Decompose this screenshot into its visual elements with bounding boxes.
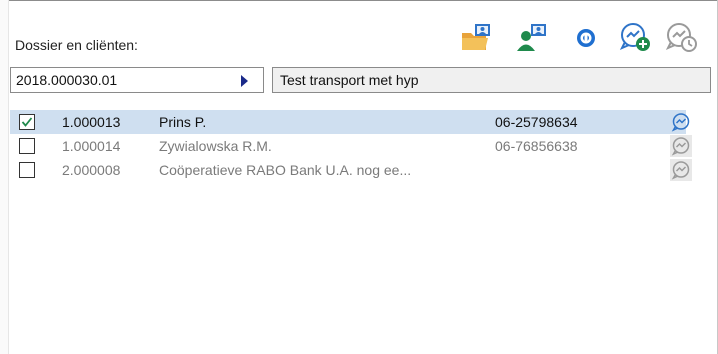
client-row[interactable]: 2.000008 Coöperatieve RABO Bank U.A. nog…: [10, 158, 716, 182]
client-name: Coöperatieve RABO Bank U.A. nog ee...: [159, 162, 412, 178]
panel-left-edge: [0, 0, 9, 354]
add-conversation-icon: [618, 20, 654, 54]
client-row[interactable]: 1.000014 Zywialowska R.M. 06-76856638: [10, 134, 716, 158]
add-conversation-button[interactable]: [616, 14, 656, 60]
client-code: 2.000008: [62, 162, 121, 178]
circle-badge-icon: [574, 25, 598, 49]
conversation-button[interactable]: [670, 111, 692, 133]
client-name: Prins P.: [159, 114, 207, 130]
person-user-icon: [515, 21, 549, 53]
panel-title: Dossier en cliënten:: [15, 37, 138, 53]
client-checkbox[interactable]: [19, 162, 35, 178]
dossier-value: 2018.000030.01: [16, 72, 118, 88]
conversation-icon: [671, 137, 690, 156]
circle-badge-button[interactable]: [566, 14, 606, 60]
dossier-field[interactable]: 2018.000030.01: [10, 67, 264, 93]
conversation-button[interactable]: [670, 159, 692, 181]
play-arrow-icon[interactable]: [241, 75, 248, 87]
conversation-icon: [671, 161, 690, 180]
folder-user-button[interactable]: [456, 14, 496, 60]
checkmark-icon: [21, 117, 33, 127]
panel-top-border: [0, 0, 718, 1]
dossier-name: Test transport met hyp: [280, 72, 419, 88]
conversation-history-icon: [664, 20, 700, 54]
client-row[interactable]: 1.000013 Prins P. 06-25798634: [10, 110, 716, 134]
client-checkbox[interactable]: [19, 114, 35, 130]
person-user-button[interactable]: [512, 14, 552, 60]
conversation-icon: [671, 113, 690, 132]
client-phone: 06-76856638: [495, 138, 578, 154]
client-code: 1.000014: [62, 138, 121, 154]
client-name: Zywialowska R.M.: [159, 138, 272, 154]
client-code: 1.000013: [62, 114, 121, 130]
folder-user-icon: [459, 21, 493, 53]
dossier-name-field: Test transport met hyp: [272, 67, 711, 93]
client-phone: 06-25798634: [495, 114, 578, 130]
client-checkbox[interactable]: [19, 138, 35, 154]
conversation-history-button[interactable]: [662, 14, 702, 60]
conversation-button[interactable]: [670, 135, 692, 157]
